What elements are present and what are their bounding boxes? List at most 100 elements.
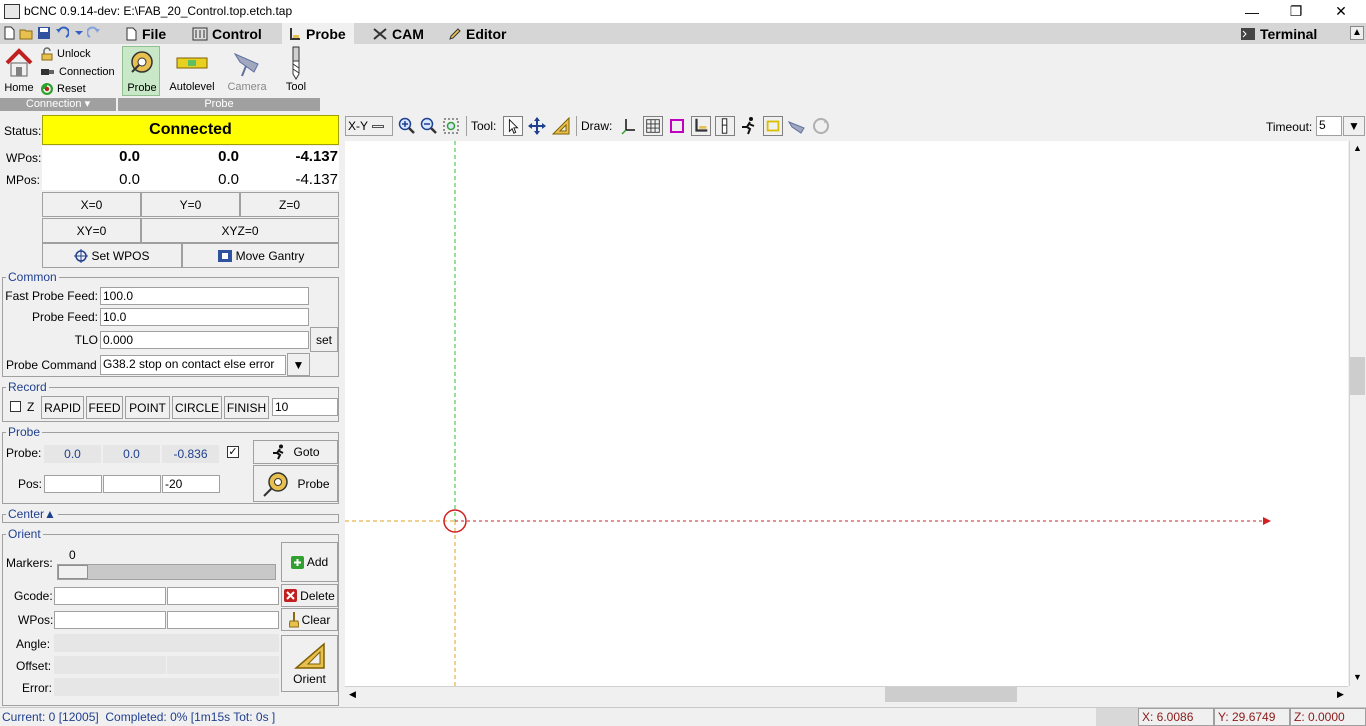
probe-button[interactable]: Probe: [253, 465, 338, 502]
zero-x-button[interactable]: X=0: [42, 192, 141, 217]
goto-button[interactable]: Goto: [253, 440, 338, 464]
tlo-set-button[interactable]: set: [310, 327, 338, 352]
move-gantry-button[interactable]: Move Gantry: [182, 243, 339, 268]
wpos-x[interactable]: 0.0: [42, 148, 140, 165]
orient-delete-button[interactable]: Delete: [281, 584, 338, 607]
broom-icon: [288, 611, 299, 627]
paths-icon[interactable]: [763, 116, 783, 136]
zoom-fit-icon[interactable]: [441, 116, 461, 136]
home-button[interactable]: Home: [2, 46, 36, 96]
tab-probe[interactable]: Probe: [282, 23, 354, 44]
orient-error-value: [54, 678, 279, 696]
open-folder-icon[interactable]: [19, 26, 33, 40]
set-wpos-button[interactable]: Set WPOS: [42, 243, 182, 268]
collapse-ribbon-icon[interactable]: ▲: [1350, 26, 1364, 40]
probe-command-select[interactable]: G38.2 stop on contact else error: [100, 355, 286, 375]
redo-icon[interactable]: [87, 26, 101, 40]
zoom-in-icon[interactable]: [397, 116, 417, 136]
camera-button[interactable]: Camera: [224, 46, 270, 96]
tab-cam[interactable]: CAM: [366, 23, 430, 44]
timeout-input[interactable]: 5: [1316, 116, 1342, 136]
tab-control[interactable]: Control: [186, 23, 268, 44]
probe-tape-icon: [263, 471, 289, 497]
wpos-y[interactable]: 0.0: [141, 148, 239, 165]
center-toggle[interactable]: Center▲: [6, 507, 58, 521]
orient-wpos-label: WPos:: [18, 613, 54, 627]
grid-icon[interactable]: [643, 116, 663, 136]
zero-xy-button[interactable]: XY=0: [42, 218, 141, 243]
restore-icon[interactable]: ❐: [1273, 0, 1319, 23]
gcode-canvas[interactable]: [345, 141, 1348, 686]
record-feed-button[interactable]: FEED: [86, 396, 123, 419]
tool-button[interactable]: Tool: [276, 46, 316, 96]
margins-icon[interactable]: [667, 116, 687, 136]
select-arrow-icon[interactable]: [503, 116, 523, 136]
unlock-button[interactable]: Unlock: [40, 46, 116, 62]
save-icon[interactable]: [37, 26, 51, 40]
orient-wpos-y-input[interactable]: [167, 611, 279, 629]
scroll-down-icon[interactable]: ▼: [1350, 670, 1365, 685]
orient-wpos-x-input[interactable]: [54, 611, 166, 629]
redraw-icon[interactable]: [811, 116, 831, 136]
record-z-checkbox[interactable]: [10, 401, 21, 412]
orient-clear-button[interactable]: Clear: [281, 608, 338, 631]
new-file-icon[interactable]: [2, 26, 16, 40]
record-rapid-button[interactable]: RAPID: [41, 396, 84, 419]
fast-feed-input[interactable]: 100.0: [100, 287, 309, 305]
zoom-out-icon[interactable]: [419, 116, 439, 136]
zero-y-button[interactable]: Y=0: [141, 192, 240, 217]
ruler-icon[interactable]: [551, 116, 571, 136]
orient-gcode-x-input[interactable]: [54, 587, 166, 605]
orient-button[interactable]: Orient: [281, 635, 338, 692]
view-select[interactable]: X-Y: [345, 116, 393, 136]
probe-pos-x-input[interactable]: [44, 475, 102, 493]
status-badge[interactable]: Connected: [42, 115, 339, 145]
tab-file[interactable]: File: [118, 23, 172, 44]
probe-pos-y-input[interactable]: [103, 475, 161, 493]
record-circle-button[interactable]: CIRCLE: [172, 396, 222, 419]
record-value-input[interactable]: 10: [272, 398, 338, 416]
workarea-icon[interactable]: [715, 116, 735, 136]
probe-feed-label: Probe Feed:: [31, 310, 98, 324]
connection-button[interactable]: Connection: [40, 64, 120, 80]
probe-ribbon-button[interactable]: Probe: [122, 46, 160, 96]
tab-editor[interactable]: Editor: [442, 23, 512, 44]
rapid-motion-icon[interactable]: [739, 116, 759, 136]
probe-command-dropdown[interactable]: ▼: [287, 353, 310, 376]
close-icon[interactable]: ✕: [1318, 0, 1364, 23]
orient-add-button[interactable]: Add: [281, 542, 338, 582]
markers-slider-handle[interactable]: [58, 565, 88, 579]
probe-pos-z-input[interactable]: -20: [162, 475, 220, 493]
timeout-dropdown[interactable]: ▼: [1343, 116, 1365, 136]
orient-gcode-y-input[interactable]: [167, 587, 279, 605]
camera-draw-icon[interactable]: [787, 116, 807, 136]
minimize-icon[interactable]: —: [1229, 0, 1275, 23]
axes-icon[interactable]: [619, 116, 639, 136]
chevron-down-icon[interactable]: [72, 26, 86, 40]
record-finish-button[interactable]: FINISH: [224, 396, 269, 419]
probe-autogoto-checkbox[interactable]: ✓: [227, 446, 239, 458]
zero-xyz-button[interactable]: XYZ=0: [141, 218, 339, 243]
zero-z-button[interactable]: Z=0: [240, 192, 339, 217]
probe-draw-icon[interactable]: [691, 116, 711, 136]
autolevel-button[interactable]: Autolevel: [166, 46, 218, 96]
tlo-input[interactable]: 0.000: [100, 331, 309, 349]
vertical-scrollbar[interactable]: [1349, 141, 1366, 686]
undo-icon[interactable]: [55, 26, 69, 40]
wpos-z[interactable]: -4.137: [240, 148, 338, 165]
probe-feed-input[interactable]: 10.0: [100, 308, 309, 326]
status-label: Status:: [4, 124, 42, 138]
horizontal-scroll-thumb[interactable]: [885, 687, 1017, 702]
pan-move-icon[interactable]: [527, 116, 547, 136]
angle-label: Angle:: [16, 637, 51, 651]
record-point-button[interactable]: POINT: [125, 396, 170, 419]
scroll-right-icon[interactable]: ▶: [1333, 687, 1348, 702]
markers-slider[interactable]: [57, 564, 276, 580]
connection-group-label[interactable]: Connection ▾: [0, 98, 116, 111]
horizontal-scrollbar[interactable]: [345, 686, 1348, 703]
reset-button[interactable]: Reset: [40, 81, 116, 97]
tab-terminal[interactable]: Terminal: [1234, 23, 1323, 44]
scroll-up-icon[interactable]: ▲: [1350, 141, 1365, 156]
vertical-scroll-thumb[interactable]: [1350, 357, 1365, 395]
scroll-left-icon[interactable]: ◀: [345, 687, 360, 702]
